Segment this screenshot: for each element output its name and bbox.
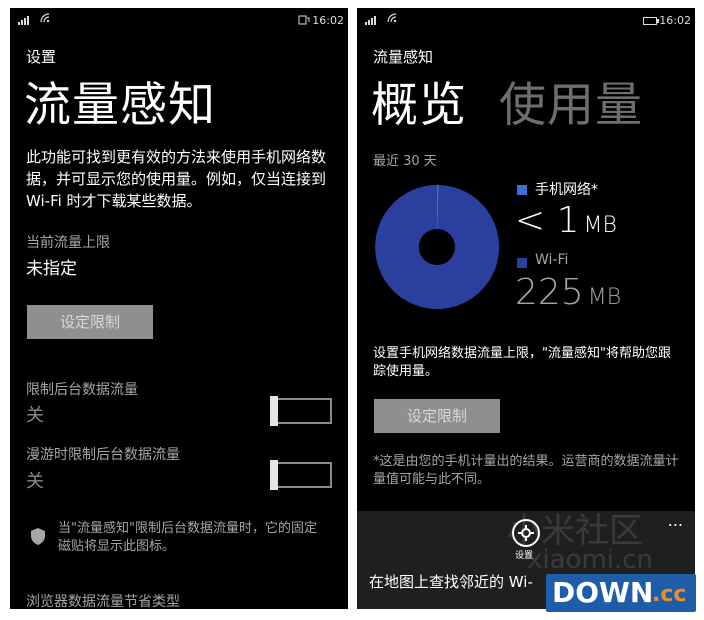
page-title: 流量感知 [24, 78, 216, 133]
shield-icon [31, 528, 45, 545]
legend-swatch-wifi [517, 258, 527, 268]
shield-icon-note: 当"流量感知"限制后台数据流量时，它的固定磁贴将显示此图标。 [58, 521, 317, 554]
down-cc-logo: DOWN .cc [546, 574, 696, 612]
carrier-footnote: *这是由您的手机计量出的结果。运营商的数据流量计量值可能与此不同。 [373, 454, 679, 487]
watermark-en: xiaomi.cn [527, 545, 654, 575]
legend-value-cellular: < 1 MB [515, 200, 617, 241]
pivot-usage[interactable]: 使用量 [499, 66, 643, 135]
settings-appbar-button[interactable] [512, 519, 540, 547]
restrict-background-state: 关 [26, 405, 44, 426]
restrict-background-toggle[interactable] [270, 396, 332, 426]
period-label: 最近 30 天 [373, 154, 437, 169]
legend-swatch-cellular [517, 185, 527, 195]
status-time: 16:02 [659, 14, 691, 27]
legend-label-wifi: Wi-Fi [535, 252, 569, 268]
logo-main-text: DOWN [552, 576, 654, 609]
browser-data-saving-label[interactable]: 浏览器数据流量节省类型 [26, 591, 180, 609]
legend-label-cellular: 手机网络* [535, 182, 598, 198]
set-limit-button[interactable]: 设定限制 [374, 399, 500, 433]
battery-icon [643, 17, 659, 25]
wifi-finder-tip[interactable]: 在地图上查找邻近的 Wi- [369, 571, 533, 592]
status-bar: 16:02 [357, 8, 695, 32]
current-limit-value: 未指定 [26, 259, 77, 279]
restrict-background-label: 限制后台数据流量 [26, 382, 138, 398]
restrict-roaming-state: 关 [26, 471, 44, 492]
logo-suffix-text: .cc [652, 582, 687, 607]
signal-strength-icon [365, 16, 376, 25]
page-header-small: 流量感知 [373, 48, 434, 66]
pivot-overview[interactable]: 概览 [371, 66, 467, 135]
status-bar: 16:02 [10, 8, 348, 32]
set-limit-button[interactable]: 设定限制 [27, 305, 153, 339]
usage-donut-chart [375, 184, 500, 309]
wifi-icon [40, 13, 50, 23]
overview-description: 设置手机网络数据流量上限，"流量感知"将帮助您跟踪使用量。 [373, 346, 671, 379]
settings-data-sense-screen: 16:02 设置 流量感知 此功能可找到更有效的方法来使用手机网络数据，并可显示… [10, 8, 348, 609]
more-options-button[interactable]: ... [668, 511, 683, 530]
settings-appbar-label: 设置 [515, 551, 534, 561]
current-limit-label: 当前流量上限 [26, 235, 110, 251]
legend-value-wifi: 225 MB [515, 272, 622, 313]
gear-icon [518, 525, 534, 541]
phone-call-icon [298, 15, 310, 25]
donut-hole [419, 229, 455, 265]
data-sense-overview-screen: 16:02 流量感知 概览 使用量 最近 30 天 手机网络* < 1 MB Wi… [357, 8, 695, 609]
status-time: 16:02 [312, 14, 344, 27]
restrict-roaming-toggle[interactable] [270, 460, 332, 490]
feature-description: 此功能可找到更有效的方法来使用手机网络数据，并可显示您的使用量。例如，仅当连接到… [26, 148, 327, 210]
signal-strength-icon [18, 16, 29, 25]
restrict-roaming-label: 漫游时限制后台数据流量 [26, 447, 180, 463]
wifi-icon [387, 13, 397, 23]
page-header-small: 设置 [26, 48, 57, 66]
